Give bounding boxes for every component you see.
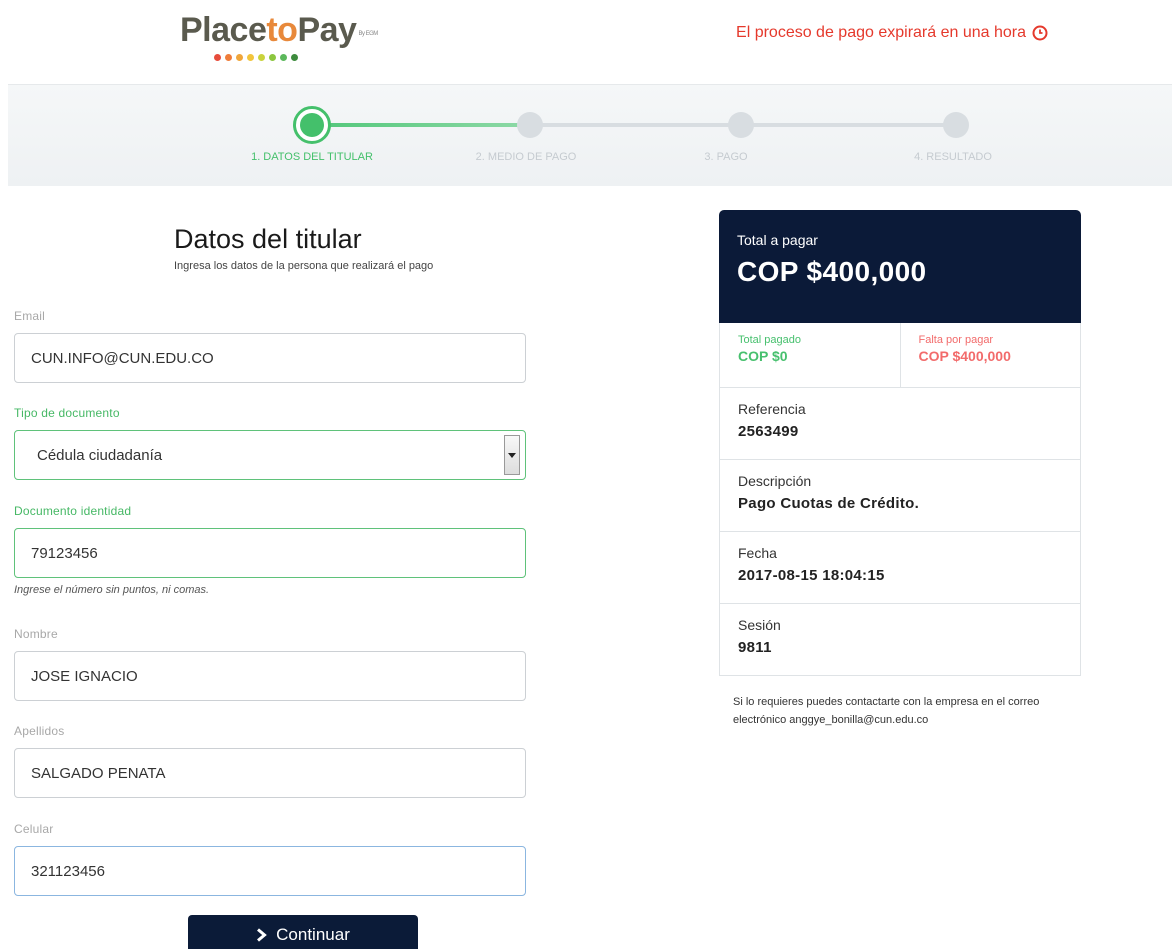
phone-field: Celular 321123456 — [14, 822, 526, 896]
due-label: Falta por pagar — [918, 334, 994, 346]
chevron-down-icon[interactable] — [504, 435, 520, 475]
paid-cell: Total pagado COP $0 — [720, 323, 901, 387]
step-2-label: 2. MEDIO DE PAGO — [475, 151, 577, 163]
progress-track-done — [317, 123, 530, 127]
logo-dot — [236, 54, 243, 61]
last-name-field: Apellidos SALGADO PENATA — [14, 724, 526, 798]
logo-dot — [280, 54, 287, 61]
logo-dot — [291, 54, 298, 61]
step-3-label: 3. PAGO — [704, 151, 748, 163]
paid-label: Total pagado — [738, 334, 801, 346]
doc-type-field: Tipo de documento Cédula ciudadanía — [14, 406, 526, 480]
doc-type-value: Cédula ciudadanía — [37, 446, 163, 464]
date-label: Fecha — [738, 545, 777, 561]
logo-word-place: Place — [180, 11, 267, 49]
logo-text: PlacetoPay By EGM — [180, 10, 378, 54]
clock-icon — [1032, 25, 1048, 41]
logo-dot — [258, 54, 265, 61]
reference-label: Referencia — [738, 401, 806, 417]
chevron-right-icon — [257, 928, 267, 942]
step-4-dot — [943, 112, 969, 138]
logo-dot — [269, 54, 276, 61]
due-cell: Falta por pagar COP $400,000 — [901, 323, 1081, 387]
session-row: Sesión 9811 — [719, 604, 1081, 676]
payment-summary: Total a pagar COP $400,000 Total pagado … — [719, 210, 1081, 729]
logo-dot — [225, 54, 232, 61]
due-amount: COP $400,000 — [918, 348, 1011, 364]
reference-value: 2563499 — [738, 423, 799, 440]
logo-dots — [214, 54, 298, 61]
total-box: Total a pagar COP $400,000 — [719, 210, 1081, 323]
first-name-field: Nombre JOSE IGNACIO — [14, 627, 526, 701]
session-label: Sesión — [738, 617, 781, 633]
phone-input[interactable]: 321123456 — [14, 846, 526, 896]
phone-label: Celular — [14, 822, 54, 836]
paid-amount: COP $0 — [738, 348, 788, 364]
email-input[interactable]: CUN.INFO@CUN.EDU.CO — [14, 333, 526, 383]
first-name-input[interactable]: JOSE IGNACIO — [14, 651, 526, 701]
date-row: Fecha 2017-08-15 18:04:15 — [719, 532, 1081, 604]
total-amount: COP $400,000 — [737, 256, 927, 287]
doc-type-label: Tipo de documento — [14, 406, 120, 420]
payer-form: Datos del titular Ingresa los datos de l… — [174, 224, 704, 272]
progress-steps: 1. DATOS DEL TITULAR 2. MEDIO DE PAGO 3.… — [8, 84, 1172, 186]
step-1-label: 1. DATOS DEL TITULAR — [251, 151, 373, 163]
form-subtitle: Ingresa los datos de la persona que real… — [174, 260, 434, 272]
doc-type-select[interactable]: Cédula ciudadanía — [14, 430, 526, 480]
step-1-dot — [293, 106, 331, 144]
session-value: 9811 — [738, 639, 772, 656]
doc-id-input[interactable]: 79123456 — [14, 528, 526, 578]
description-label: Descripción — [738, 473, 812, 489]
doc-id-label: Documento identidad — [14, 504, 132, 518]
paid-due-row: Total pagado COP $0 Falta por pagar COP … — [719, 323, 1081, 388]
continue-button[interactable]: Continuar — [188, 915, 418, 949]
step-4-label: 4. RESULTADO — [914, 151, 992, 163]
last-name-input[interactable]: SALGADO PENATA — [14, 748, 526, 798]
logo-dot — [214, 54, 221, 61]
total-label: Total a pagar — [737, 232, 818, 248]
description-row: Descripción Pago Cuotas de Crédito. — [719, 460, 1081, 532]
expiry-notice: El proceso de pago expirará en una hora — [736, 24, 1048, 42]
doc-id-help: Ingrese el número sin puntos, ni comas. — [14, 584, 210, 596]
doc-id-field: Documento identidad 79123456 Ingrese el … — [14, 504, 526, 596]
placetopay-logo[interactable]: PlacetoPay By EGM — [180, 10, 378, 61]
form-title: Datos del titular — [174, 224, 362, 254]
last-name-label: Apellidos — [14, 724, 65, 738]
header: PlacetoPay By EGM El proceso de pago expi… — [0, 0, 1172, 84]
email-field: Email CUN.INFO@CUN.EDU.CO — [14, 309, 526, 383]
email-label: Email — [14, 309, 46, 323]
step-3-dot — [728, 112, 754, 138]
logo-word-pay: Pay — [297, 11, 357, 49]
continue-label: Continuar — [276, 925, 350, 944]
contact-note: Si lo requieres puedes contactarte con l… — [733, 696, 1040, 726]
first-name-label: Nombre — [14, 627, 58, 641]
expiry-text: El proceso de pago expirará en una hora — [736, 24, 1026, 41]
description-value: Pago Cuotas de Crédito. — [738, 495, 920, 512]
date-value: 2017-08-15 18:04:15 — [738, 567, 885, 584]
logo-dot — [247, 54, 254, 61]
logo-byline: By EGM — [358, 31, 378, 37]
step-2-dot — [517, 112, 543, 138]
logo-word-to: to — [266, 11, 298, 49]
reference-row: Referencia 2563499 — [719, 388, 1081, 460]
